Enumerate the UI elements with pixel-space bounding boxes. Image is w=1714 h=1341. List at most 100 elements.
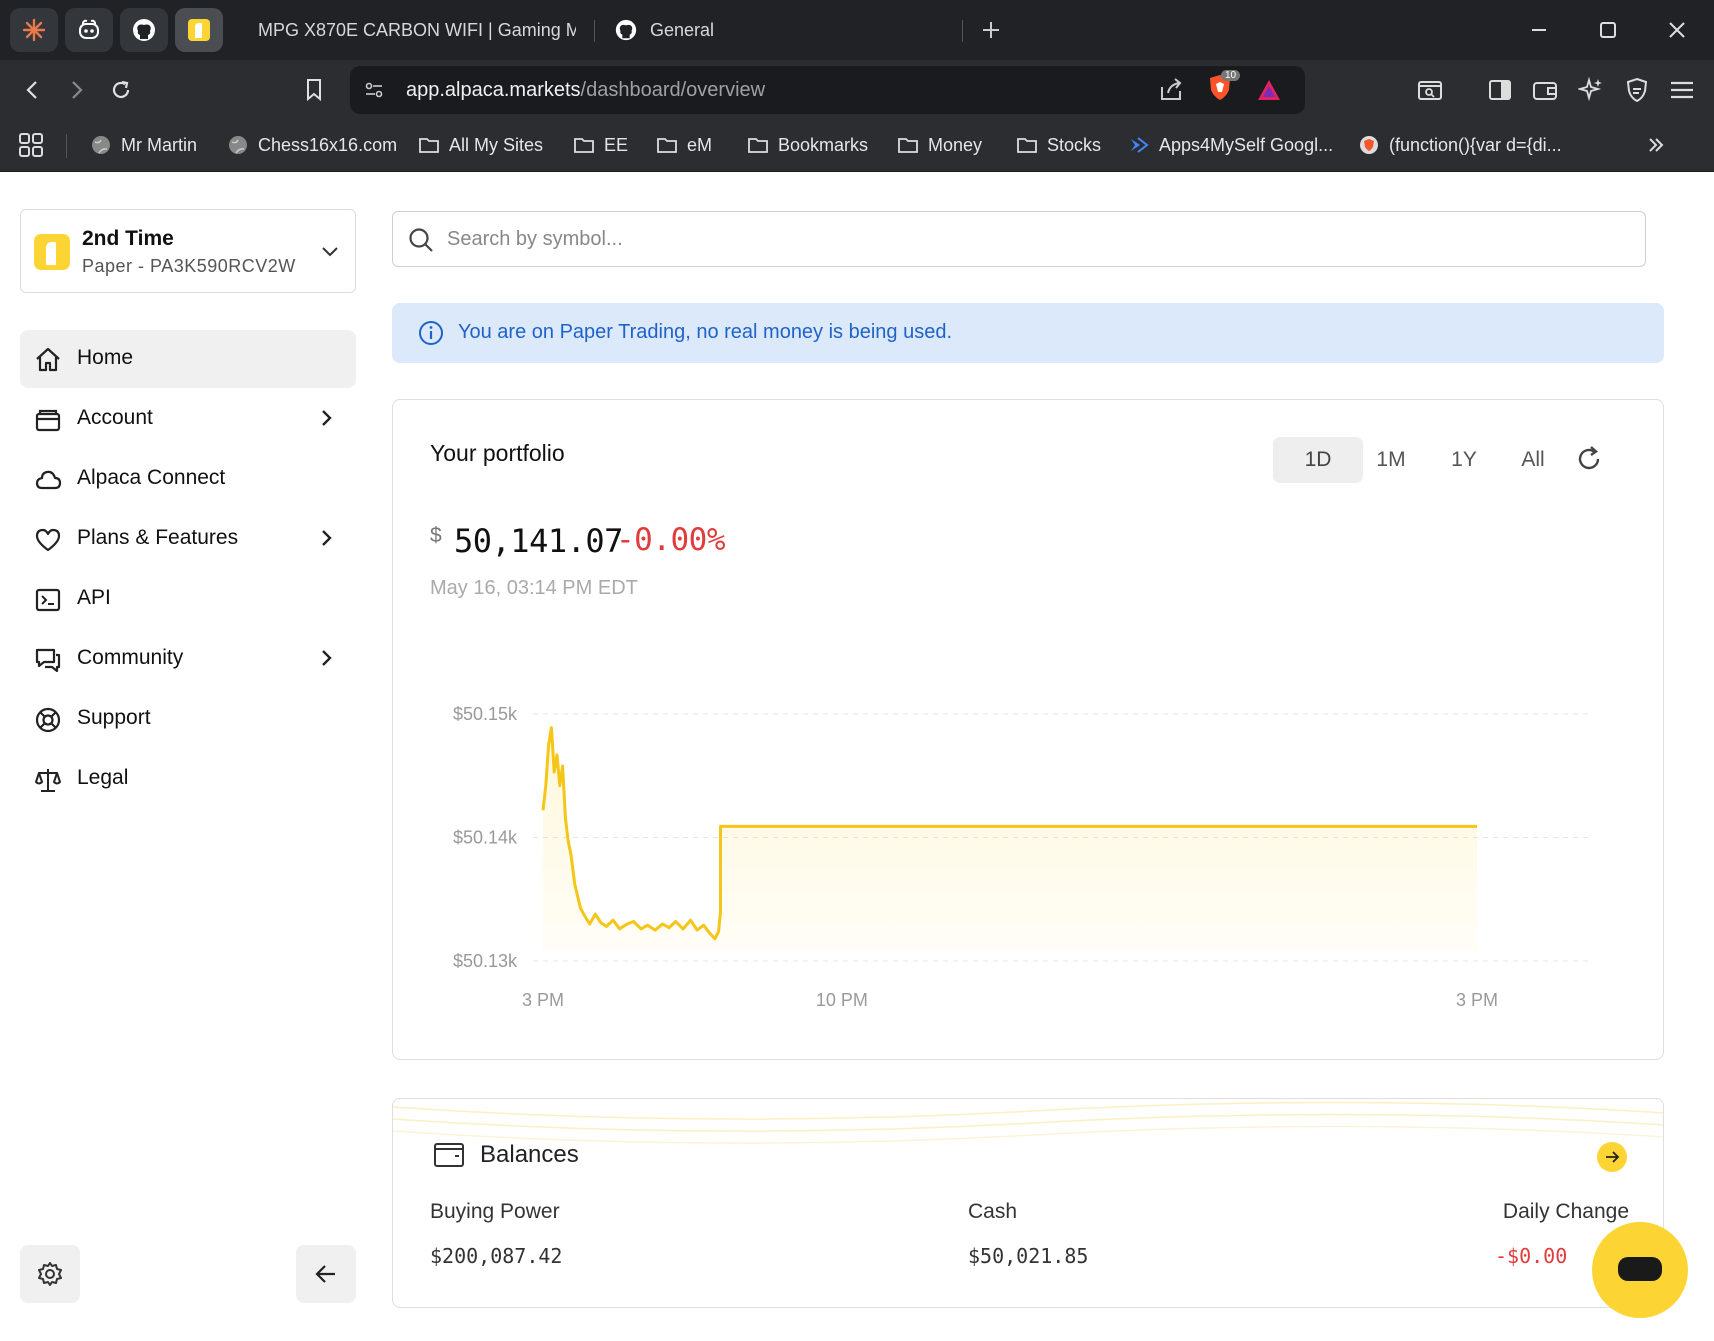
- arrow-right-icon: [72, 81, 83, 99]
- terminal-icon: [34, 586, 62, 614]
- nav-item-api[interactable]: API: [20, 570, 356, 628]
- vpn-button[interactable]: [1617, 72, 1657, 108]
- gear-icon: [38, 1262, 62, 1286]
- nav-item-alpaca-connect[interactable]: Alpaca Connect: [20, 450, 356, 508]
- globe-icon: [92, 136, 110, 154]
- bookmark-item[interactable]: Bookmarks: [747, 131, 868, 159]
- plus-icon: [983, 22, 999, 38]
- sidebar-toggle-button[interactable]: [1480, 72, 1520, 108]
- daily-change-value: -$0.00: [1495, 1244, 1568, 1268]
- bookmark-item[interactable]: Money: [897, 131, 982, 159]
- scales-icon: [34, 766, 62, 794]
- arrow-left-icon: [26, 81, 37, 99]
- bookmark-label: eM: [687, 134, 713, 155]
- copilot-icon: [79, 19, 99, 39]
- nav-item-legal[interactable]: Legal: [20, 750, 356, 808]
- bookmark-item[interactable]: Chess16x16.com: [227, 131, 397, 159]
- pinned-tab-copilot[interactable]: [65, 8, 113, 52]
- alpaca-logo-icon: [188, 19, 210, 41]
- x-tick-label: 10 PM: [816, 990, 868, 1010]
- tab-general[interactable]: General: [604, 8, 944, 52]
- new-tab-button[interactable]: [971, 12, 1011, 48]
- portfolio-card: Your portfolio 1D 1M 1Y All $ 50,141.07 …: [392, 399, 1664, 1060]
- scales-icon: [35, 769, 61, 792]
- tab-divider: [962, 20, 963, 42]
- nav-label: Home: [77, 346, 134, 369]
- balances-details-button[interactable]: [1597, 1142, 1627, 1172]
- reader-mode-button[interactable]: [1410, 72, 1450, 108]
- y-tick-label: $50.14k: [453, 828, 518, 848]
- main-menu-button[interactable]: [1662, 72, 1702, 108]
- arrow-left-icon: [315, 1265, 335, 1283]
- account-switcher[interactable]: 2nd Time Paper - PA3K590RCV2W: [20, 209, 356, 293]
- folder-icon: [419, 138, 439, 153]
- bookmark-page-button[interactable]: [294, 72, 334, 108]
- wallet-icon: [1533, 82, 1557, 100]
- url-path: /dashboard/overview: [580, 79, 766, 101]
- brave-rewards-icon[interactable]: [1255, 76, 1283, 104]
- pinned-tab-github[interactable]: [120, 8, 168, 52]
- nav-item-plans-features[interactable]: Plans & Features: [20, 510, 356, 568]
- bookmark-item[interactable]: Stocks: [1016, 131, 1101, 159]
- search-input[interactable]: [447, 222, 1627, 256]
- apps-script-icon: [1131, 137, 1149, 153]
- nav-label: Support: [77, 706, 151, 729]
- share-icon[interactable]: [1158, 77, 1184, 103]
- bookmark-label: (function(){var d={di...: [1389, 134, 1562, 155]
- symbol-search[interactable]: [392, 211, 1646, 267]
- leo-ai-button[interactable]: [1571, 72, 1611, 108]
- settings-button[interactable]: [20, 1245, 80, 1303]
- daily-change-label: Daily Change: [1502, 1200, 1629, 1223]
- shield-check-icon: [1626, 77, 1648, 103]
- pinned-tab-claude[interactable]: [10, 8, 58, 52]
- bookmark-item[interactable]: Mr Martin: [90, 131, 197, 159]
- chat-bubbles-icon: [34, 646, 62, 674]
- nav-item-home[interactable]: Home: [20, 330, 356, 388]
- wallet-button[interactable]: [1525, 72, 1565, 108]
- close-window-button[interactable]: [1657, 12, 1697, 48]
- all-bookmarks-button[interactable]: [18, 131, 44, 159]
- minimize-button[interactable]: [1519, 12, 1559, 48]
- folder-icon: [1017, 138, 1037, 153]
- collapse-sidebar-button[interactable]: [296, 1245, 356, 1303]
- brave-shields-button[interactable]: 10: [1206, 70, 1241, 106]
- address-bar[interactable]: app.alpaca.markets/dashboard/overview 10: [350, 66, 1305, 114]
- forward-button[interactable]: [56, 72, 96, 108]
- heart-icon: [34, 526, 62, 554]
- bookmark-item[interactable]: (function(){var d={di...: [1358, 131, 1562, 159]
- more-bookmarks-button[interactable]: [1646, 131, 1666, 159]
- pinned-tab-alpaca[interactable]: [175, 8, 223, 52]
- x-tick-label: 3 PM: [522, 990, 564, 1010]
- bookmark-label: Bookmarks: [778, 134, 869, 155]
- bookmark-item[interactable]: EE: [573, 131, 628, 159]
- bookmark-divider: [66, 134, 67, 158]
- nav-label: API: [77, 586, 111, 609]
- tab-msi[interactable]: MPG X870E CARBON WIFI | Gaming M: [236, 8, 576, 52]
- nav-item-account[interactable]: Account: [20, 390, 356, 448]
- reload-button[interactable]: [101, 72, 141, 108]
- cloud-icon: [34, 466, 62, 494]
- account-name: 2nd Time: [82, 227, 174, 250]
- chat-bubbles-icon: [35, 648, 61, 673]
- decorative-wave: [393, 1101, 1663, 1144]
- alpaca-logo-icon: [34, 234, 70, 270]
- bookmark-label: Chess16x16.com: [258, 134, 398, 155]
- bookmark-label: EE: [604, 134, 629, 155]
- support-chat-button[interactable]: [1592, 1222, 1688, 1318]
- url-host: app.alpaca.markets: [406, 79, 581, 101]
- stars-icon: [1578, 77, 1602, 102]
- bookmark-icon: [307, 79, 321, 102]
- github-icon: [133, 19, 155, 41]
- maximize-button[interactable]: [1588, 12, 1628, 48]
- bookmark-label: Stocks: [1047, 134, 1102, 155]
- nav-label: Community: [77, 646, 184, 669]
- site-settings-icon[interactable]: [364, 80, 384, 100]
- nav-item-community[interactable]: Community: [20, 630, 356, 688]
- back-button[interactable]: [13, 72, 53, 108]
- bookmark-item[interactable]: All My Sites: [418, 131, 543, 159]
- bookmark-item[interactable]: eM: [656, 131, 712, 159]
- folder-icon: [657, 138, 677, 153]
- nav-item-support[interactable]: Support: [20, 690, 356, 748]
- bookmark-item[interactable]: Apps4MySelf Googl...: [1128, 131, 1333, 159]
- tab-label: MPG X870E CARBON WIFI | Gaming M: [258, 19, 576, 40]
